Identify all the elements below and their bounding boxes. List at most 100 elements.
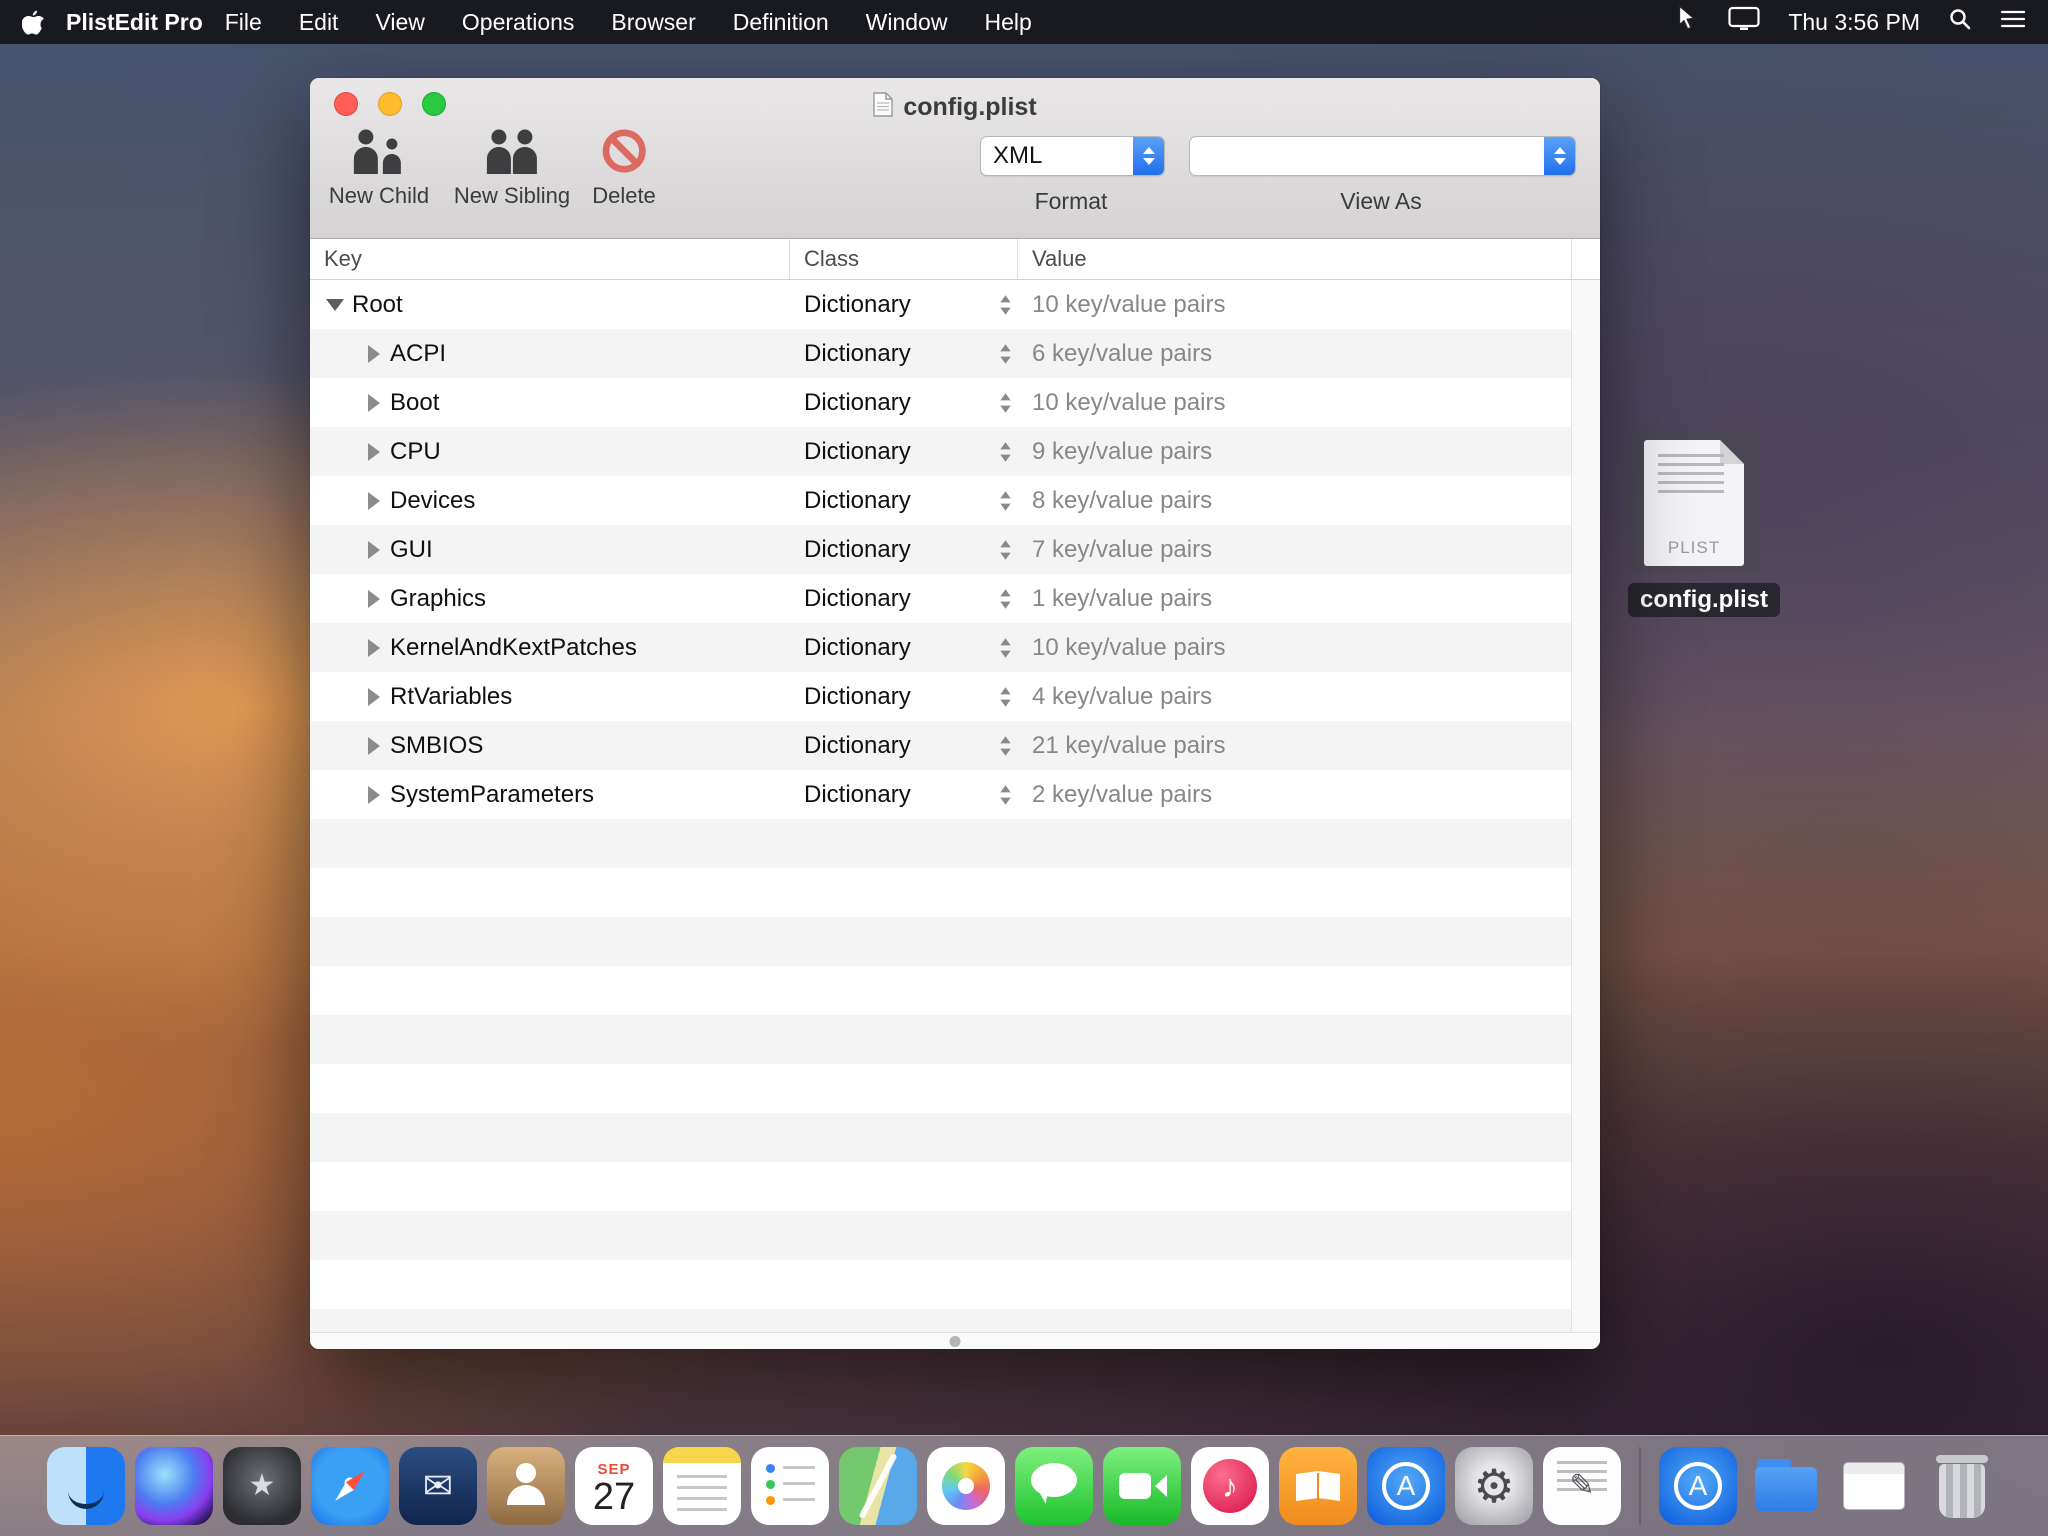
class-popup-stepper-icon[interactable] [999,735,1012,757]
class-popup-stepper-icon[interactable] [999,588,1012,610]
table-row[interactable]: BootDictionary10 key/value pairs [310,378,1572,427]
mouse-cursor-icon [1674,5,1700,39]
disclosure-triangle[interactable] [368,639,380,657]
column-header-class: Class [790,239,1018,279]
menu-help[interactable]: Help [984,9,1031,36]
table-row[interactable]: DevicesDictionary8 key/value pairs [310,476,1572,525]
horizontal-scrollbar[interactable] [310,1332,1600,1349]
app-icon-calendar[interactable]: SEP27 [575,1447,653,1525]
menu-operations[interactable]: Operations [462,9,575,36]
app-icon-messages[interactable] [1015,1447,1093,1525]
app-icon-contacts[interactable] [487,1447,565,1525]
new-child-button[interactable]: New Child [329,128,429,209]
app-icon-music-glyph: ♪ [1222,1470,1238,1502]
class-popup-stepper-icon[interactable] [999,686,1012,708]
app-icon-notes[interactable] [663,1447,741,1525]
disclosure-triangle[interactable] [368,443,380,461]
class-popup-stepper-icon[interactable] [999,392,1012,414]
menu-definition[interactable]: Definition [733,9,829,36]
class-popup-stepper-icon[interactable] [999,441,1012,463]
class-popup-stepper-icon[interactable] [999,490,1012,512]
close-button[interactable] [334,92,358,116]
table-row[interactable]: RootDictionary10 key/value pairs [310,280,1572,329]
new-sibling-button[interactable]: New Sibling [454,128,570,209]
notification-center-icon[interactable] [2000,8,2026,36]
menu-browser[interactable]: Browser [611,9,695,36]
table-row[interactable]: SystemParametersDictionary2 key/value pa… [310,770,1572,819]
table-header: Key Class Value [310,239,1600,280]
row-value: 7 key/value pairs [1018,536,1572,564]
menu-bar-clock[interactable]: Thu 3:56 PM [1788,9,1920,36]
menu-window[interactable]: Window [866,9,948,36]
table-row[interactable]: ACPIDictionary6 key/value pairs [310,329,1572,378]
view-as-popup[interactable] [1189,136,1576,176]
vertical-scrollbar[interactable] [1571,280,1600,1332]
window-chrome: config.plist New Child [310,78,1600,239]
app-icon-books[interactable] [1279,1447,1357,1525]
menu-bar: PlistEdit Pro File Edit View Operations … [0,0,2048,44]
delete-button[interactable]: Delete [592,128,656,209]
row-class: Dictionary [804,781,911,809]
display-menu-icon[interactable] [1728,6,1760,38]
table-row[interactable]: GraphicsDictionary1 key/value pairs [310,574,1572,623]
apple-menu-icon[interactable] [22,9,44,35]
menu-view[interactable]: View [375,9,424,36]
disclosure-triangle[interactable] [368,394,380,412]
table-row[interactable]: SMBIOSDictionary21 key/value pairs [310,721,1572,770]
class-popup-stepper-icon[interactable] [999,294,1012,316]
dock-item-minimized-window[interactable] [1835,1447,1913,1525]
class-popup-stepper-icon[interactable] [999,343,1012,365]
table-row[interactable]: CPUDictionary9 key/value pairs [310,427,1572,476]
menu-edit[interactable]: Edit [299,9,339,36]
disclosure-triangle[interactable] [368,492,380,510]
app-icon-app-store-recent[interactable]: A [1659,1447,1737,1525]
dock-item-downloads-folder[interactable] [1747,1447,1825,1525]
app-icon-music[interactable]: ♪ [1191,1447,1269,1525]
app-icon-photos[interactable] [927,1447,1005,1525]
app-icon-reminders[interactable] [751,1447,829,1525]
class-popup-stepper-icon[interactable] [999,539,1012,561]
dock-item-trash[interactable] [1923,1447,2001,1525]
table-row[interactable]: RtVariablesDictionary4 key/value pairs [310,672,1572,721]
app-icon-siri[interactable] [135,1447,213,1525]
disclosure-triangle[interactable] [368,688,380,706]
zoom-button[interactable] [422,92,446,116]
app-icon-app-store[interactable]: A [1367,1447,1445,1525]
app-icon-mail[interactable]: ✉ [399,1447,477,1525]
format-popup[interactable]: XML [980,136,1165,176]
desktop-icon-config-plist[interactable]: PLIST config.plist [1628,430,1760,617]
app-icon-launchpad[interactable]: ★ [223,1447,301,1525]
menu-file[interactable]: File [225,9,262,36]
minimize-button[interactable] [378,92,402,116]
disclosure-triangle[interactable] [368,345,380,363]
table-row[interactable]: GUIDictionary7 key/value pairs [310,525,1572,574]
app-icon-launchpad-glyph: ★ [249,1471,276,1501]
disclosure-triangle[interactable] [368,786,380,804]
active-app-name[interactable]: PlistEdit Pro [66,9,203,36]
column-header-value: Value [1018,239,1572,279]
class-popup-stepper-icon[interactable] [999,784,1012,806]
app-icon-maps[interactable] [839,1447,917,1525]
plist-rows: RootDictionary10 key/value pairsACPIDict… [310,280,1572,819]
row-key: RtVariables [390,683,512,711]
disclosure-triangle[interactable] [368,737,380,755]
table-row[interactable]: KernelAndKextPatchesDictionary10 key/val… [310,623,1572,672]
view-as-label: View As [1340,188,1421,215]
disclosure-triangle[interactable] [368,590,380,608]
scroll-indicator-dot[interactable] [950,1336,961,1347]
spotlight-icon[interactable] [1948,7,1972,37]
disclosure-triangle[interactable] [326,299,344,311]
app-icon-finder[interactable] [47,1447,125,1525]
title-bar[interactable]: config.plist [310,78,1600,126]
app-icon-app-store-glyph: A [1397,1472,1416,1500]
app-icon-facetime[interactable] [1103,1447,1181,1525]
disclosure-triangle[interactable] [368,541,380,559]
delete-label: Delete [592,183,656,209]
app-icon-system-preferences[interactable]: ⚙ [1455,1447,1533,1525]
document-proxy-icon[interactable] [873,92,893,122]
app-menus: File Edit View Operations Browser Defini… [225,9,1032,36]
app-icon-safari[interactable] [311,1447,389,1525]
class-popup-stepper-icon[interactable] [999,637,1012,659]
app-icon-plistedit-pro[interactable]: ✎ [1543,1447,1621,1525]
row-value: 4 key/value pairs [1018,683,1572,711]
